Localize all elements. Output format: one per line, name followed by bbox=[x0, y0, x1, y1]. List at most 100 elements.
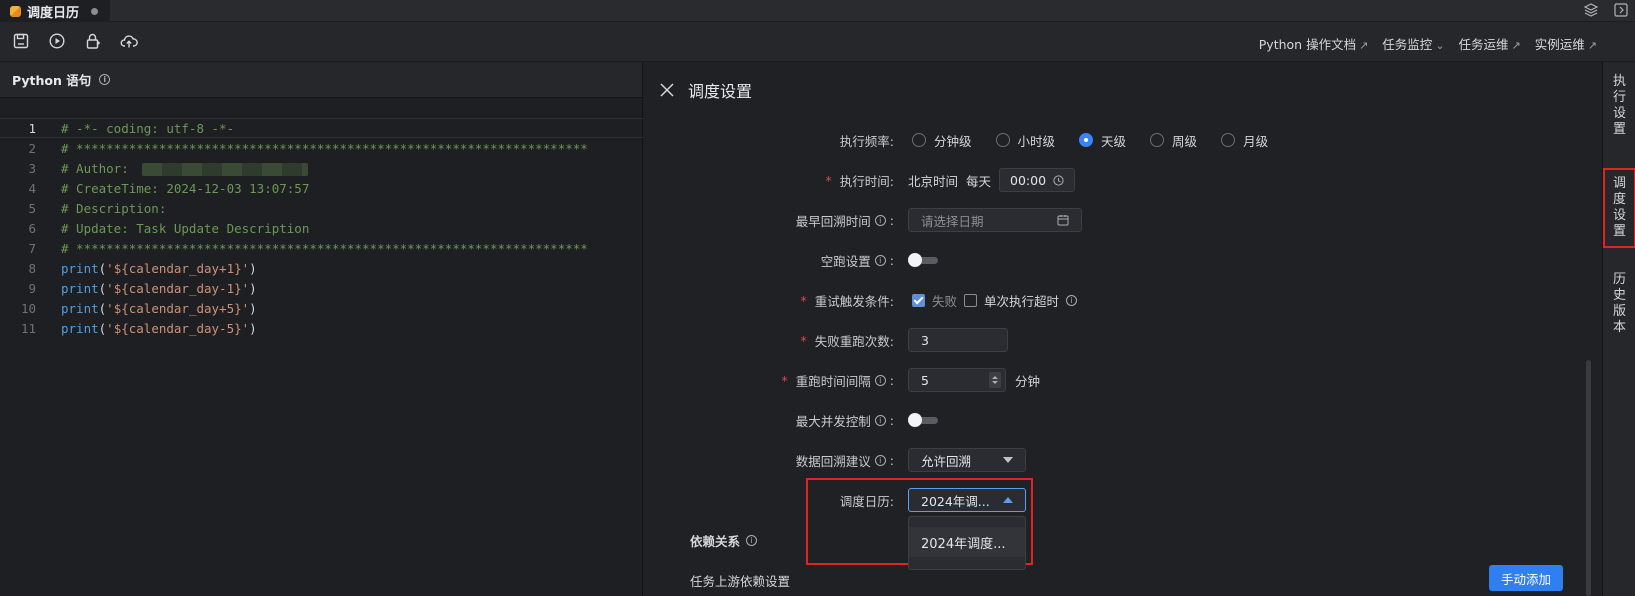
retry-count-label: * 失败重跑次数: bbox=[800, 332, 894, 349]
file-tab-title: 调度日历 bbox=[27, 5, 80, 21]
radio-day[interactable]: 天级 bbox=[1079, 131, 1126, 150]
radio-circle-icon bbox=[995, 133, 1010, 147]
calendar-select[interactable]: 2024年调... bbox=[908, 488, 1026, 512]
scrollbar[interactable] bbox=[1586, 360, 1591, 596]
stepper-arrows-icon[interactable] bbox=[989, 372, 1001, 388]
editor-tab-bar: 调度日历 bbox=[0, 0, 1635, 22]
manual-add-button[interactable]: 手动添加 bbox=[1489, 565, 1563, 591]
retry-on-failure-label: 失败 bbox=[932, 293, 958, 309]
earliest-backfill-date-input[interactable]: 请选择日期 bbox=[908, 208, 1082, 232]
info-icon[interactable]: i bbox=[746, 534, 758, 546]
side-tab-char: 版 bbox=[1612, 304, 1626, 319]
clock-icon bbox=[1053, 174, 1064, 186]
backfill-advice-select[interactable]: 允许回溯 bbox=[908, 448, 1026, 472]
code-line[interactable]: 10 print('${calendar_day+5}') bbox=[0, 298, 643, 318]
dry-run-toggle[interactable] bbox=[908, 253, 938, 267]
dependency-section-title: 依赖关系 i bbox=[690, 528, 758, 552]
retry-count-input[interactable]: 3 bbox=[908, 328, 1008, 352]
side-tab-schedule-settings[interactable]: 调度设置 bbox=[1603, 168, 1635, 248]
radio-checked-icon bbox=[1079, 133, 1094, 147]
earliest-backfill-label: 最早回溯时间 i: bbox=[795, 212, 894, 229]
code-line[interactable]: 3 # Author: bbox=[0, 158, 643, 178]
checkbox-checked-icon[interactable] bbox=[912, 293, 925, 307]
schedule-settings-panel: 调度设置 执行频率: 分钟级 小时级 天级 周级 月级 * 执行时间: 北京时间 … bbox=[644, 62, 1602, 596]
info-icon[interactable]: i bbox=[874, 414, 886, 426]
side-tab-char: 设 bbox=[1612, 106, 1626, 121]
radio-minute[interactable]: 分钟级 bbox=[912, 131, 972, 150]
collapse-panel-icon[interactable] bbox=[1613, 2, 1629, 18]
code-line[interactable]: 11 print('${calendar_day-5}') bbox=[0, 318, 643, 338]
code-line[interactable]: 7 # *************************************… bbox=[0, 238, 643, 258]
link-instance-ops[interactable]: 实例运维 ↗ bbox=[1535, 34, 1597, 53]
radio-circle-icon bbox=[1221, 133, 1236, 147]
exec-time-input[interactable]: 00:00 bbox=[999, 168, 1076, 192]
code-line[interactable]: 8 print('${calendar_day+1}') bbox=[0, 258, 643, 278]
retry-condition-label: * 重试触发条件: bbox=[800, 292, 894, 309]
file-tab[interactable]: 调度日历 bbox=[0, 0, 110, 22]
info-icon[interactable]: i bbox=[874, 254, 886, 266]
radio-month[interactable]: 月级 bbox=[1221, 131, 1268, 150]
info-icon[interactable]: i bbox=[1066, 294, 1078, 306]
editor-header-title: Python 语句 bbox=[12, 73, 92, 88]
backfill-advice-label: 数据回溯建议 i: bbox=[795, 452, 894, 469]
code-line[interactable]: 9 print('${calendar_day-1}') bbox=[0, 278, 643, 298]
exec-time-label: * 执行时间: bbox=[825, 172, 894, 189]
every-day-text: 每天 bbox=[966, 173, 992, 189]
close-icon[interactable] bbox=[660, 83, 674, 97]
side-tab-char: 置 bbox=[1612, 122, 1626, 137]
link-task-ops[interactable]: 任务运维 ↗ bbox=[1459, 34, 1521, 53]
side-tab-char: 执 bbox=[1612, 74, 1626, 89]
unsaved-dot-icon bbox=[91, 7, 99, 15]
side-tab-char: 置 bbox=[1612, 224, 1626, 239]
run-icon[interactable] bbox=[48, 32, 66, 50]
side-tab-exec-settings[interactable]: 执行设置 bbox=[1603, 74, 1635, 138]
panel-title: 调度设置 bbox=[688, 82, 753, 101]
retry-interval-label: * 重跑时间间隔 i: bbox=[781, 372, 894, 389]
code-line[interactable]: 1 # -*- coding: utf-8 -*- bbox=[0, 118, 643, 138]
timezone-text: 北京时间 bbox=[908, 173, 959, 189]
cloud-upload-icon[interactable] bbox=[120, 32, 138, 50]
calendar-icon bbox=[1057, 215, 1069, 226]
python-file-icon bbox=[10, 5, 21, 17]
side-tab-char: 调 bbox=[1612, 176, 1626, 191]
code-area[interactable]: 1 # -*- coding: utf-8 -*- 2 # ************… bbox=[0, 118, 643, 338]
calendar-label: 调度日历: bbox=[839, 493, 894, 509]
side-tab-char: 本 bbox=[1612, 320, 1626, 335]
upstream-dependency-label: 任务上游依赖设置 bbox=[690, 573, 791, 589]
code-line[interactable]: 4 # CreateTime: 2024-12-03 13:07:57 bbox=[0, 178, 643, 198]
layers-icon[interactable] bbox=[1583, 2, 1599, 18]
side-tab-char: 历 bbox=[1612, 272, 1626, 287]
calendar-dropdown: 2024年调度... bbox=[908, 516, 1026, 570]
code-editor-panel: Python 语句 i 1 # -*- coding: utf-8 -*- 2 # … bbox=[0, 62, 643, 596]
frequency-radio-group[interactable]: 分钟级 小时级 天级 周级 月级 bbox=[912, 128, 1292, 152]
calendar-option[interactable]: 2024年调度... bbox=[909, 527, 1025, 557]
code-line[interactable]: 6 # Update: Task Update Description bbox=[0, 218, 643, 238]
frequency-label: 执行频率: bbox=[839, 133, 894, 149]
code-line[interactable]: 2 # *************************************… bbox=[0, 138, 643, 158]
radio-week[interactable]: 周级 bbox=[1150, 131, 1197, 150]
code-line[interactable]: 5 # Description: bbox=[0, 198, 643, 218]
checkbox-icon[interactable] bbox=[964, 293, 978, 307]
publish-lock-icon[interactable] bbox=[84, 32, 102, 50]
radio-circle-icon bbox=[912, 133, 926, 147]
info-icon[interactable]: i bbox=[874, 214, 886, 226]
info-icon[interactable]: i bbox=[874, 454, 886, 466]
side-tab-char: 度 bbox=[1612, 192, 1626, 207]
editor-header: Python 语句 i bbox=[0, 62, 642, 98]
link-python-docs[interactable]: Python 操作文档 ↗ bbox=[1259, 34, 1369, 53]
retry-on-timeout-label: 单次执行超时 bbox=[984, 293, 1060, 309]
chevron-up-icon bbox=[1003, 497, 1013, 503]
side-tab-bar: 执行设置 调度设置 历史版本 bbox=[1602, 62, 1635, 596]
side-tab-history[interactable]: 历史版本 bbox=[1603, 272, 1635, 336]
toolbar: Python 操作文档 ↗ 任务监控 ⌄ 任务运维 ↗ 实例运维 ↗ bbox=[0, 22, 1635, 62]
info-icon[interactable]: i bbox=[874, 374, 886, 386]
chevron-down-icon bbox=[1003, 457, 1013, 463]
radio-hour[interactable]: 小时级 bbox=[995, 131, 1055, 150]
dry-run-label: 空跑设置 i: bbox=[820, 252, 894, 269]
retry-interval-stepper[interactable]: 5 bbox=[908, 368, 1006, 392]
menu-task-monitor[interactable]: 任务监控 ⌄ bbox=[1382, 34, 1444, 53]
info-icon[interactable]: i bbox=[99, 74, 111, 85]
max-concurrency-toggle[interactable] bbox=[908, 413, 938, 427]
side-tab-char: 行 bbox=[1612, 90, 1626, 105]
save-icon[interactable] bbox=[12, 32, 30, 50]
